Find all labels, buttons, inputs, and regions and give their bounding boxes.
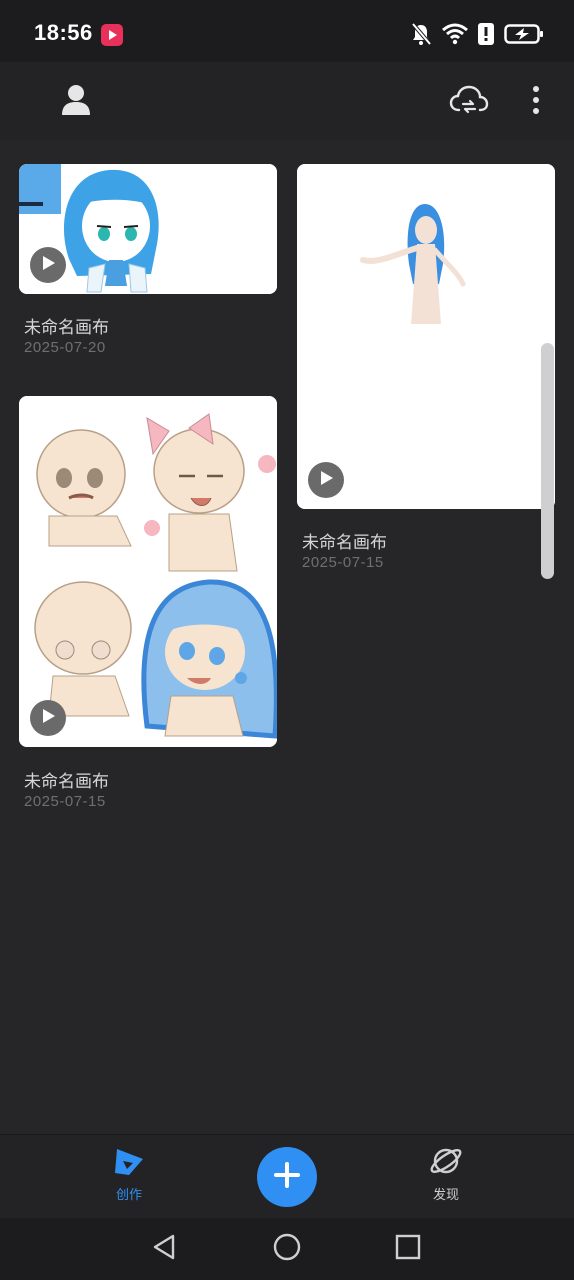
bell-muted-icon bbox=[410, 22, 432, 50]
profile-button[interactable] bbox=[54, 80, 98, 124]
play-icon bbox=[40, 255, 56, 275]
alert-icon bbox=[478, 23, 494, 49]
artwork-title: 未命名画布 bbox=[24, 318, 109, 338]
play-button[interactable] bbox=[308, 462, 344, 498]
artwork-title: 未命名画布 bbox=[24, 772, 109, 792]
back-icon bbox=[151, 1233, 177, 1265]
app-notification-icon bbox=[101, 24, 123, 46]
cloud-sync-button[interactable] bbox=[447, 80, 491, 124]
status-time: 18:56 bbox=[34, 20, 93, 45]
more-vert-icon bbox=[532, 85, 540, 119]
nav-discover-label: 发现 bbox=[432, 1188, 459, 1203]
home-button[interactable] bbox=[270, 1232, 304, 1266]
artwork-date: 2025-07-15 bbox=[24, 793, 106, 810]
artwork-date: 2025-07-20 bbox=[24, 339, 106, 356]
plus-icon bbox=[272, 1160, 302, 1194]
add-canvas-button[interactable] bbox=[257, 1147, 317, 1207]
play-icon bbox=[40, 708, 56, 728]
nav-discover[interactable]: 发现 bbox=[406, 1145, 486, 1203]
recents-button[interactable] bbox=[391, 1232, 425, 1266]
brush-icon bbox=[111, 1145, 147, 1181]
battery-charging-icon bbox=[504, 23, 544, 49]
scrollbar[interactable] bbox=[541, 343, 554, 579]
play-button[interactable] bbox=[30, 700, 66, 736]
artwork-title: 未命名画布 bbox=[302, 533, 387, 553]
artwork-thumbnail bbox=[297, 164, 555, 509]
status-icons bbox=[410, 22, 544, 50]
nav-create-label: 创作 bbox=[115, 1188, 142, 1203]
artwork-thumbnail bbox=[19, 396, 277, 747]
status-bar: 18:56 bbox=[0, 0, 574, 62]
cloud-sync-icon bbox=[449, 84, 489, 120]
app-header bbox=[0, 62, 574, 140]
play-icon bbox=[318, 470, 334, 490]
artwork-card[interactable] bbox=[19, 164, 277, 294]
artwork-card[interactable] bbox=[19, 396, 277, 747]
planet-icon bbox=[429, 1145, 463, 1181]
recents-icon bbox=[395, 1234, 421, 1264]
system-nav bbox=[0, 1218, 574, 1280]
home-icon bbox=[273, 1233, 301, 1265]
nav-create[interactable]: 创作 bbox=[89, 1145, 169, 1203]
back-button[interactable] bbox=[147, 1232, 181, 1266]
more-options-button[interactable] bbox=[514, 80, 558, 124]
bottom-nav: 创作 发现 bbox=[0, 1134, 574, 1219]
wifi-icon bbox=[442, 23, 468, 49]
artwork-card[interactable] bbox=[297, 164, 555, 509]
profile-icon bbox=[61, 84, 91, 120]
artwork-date: 2025-07-15 bbox=[302, 554, 384, 571]
play-button[interactable] bbox=[30, 247, 66, 283]
